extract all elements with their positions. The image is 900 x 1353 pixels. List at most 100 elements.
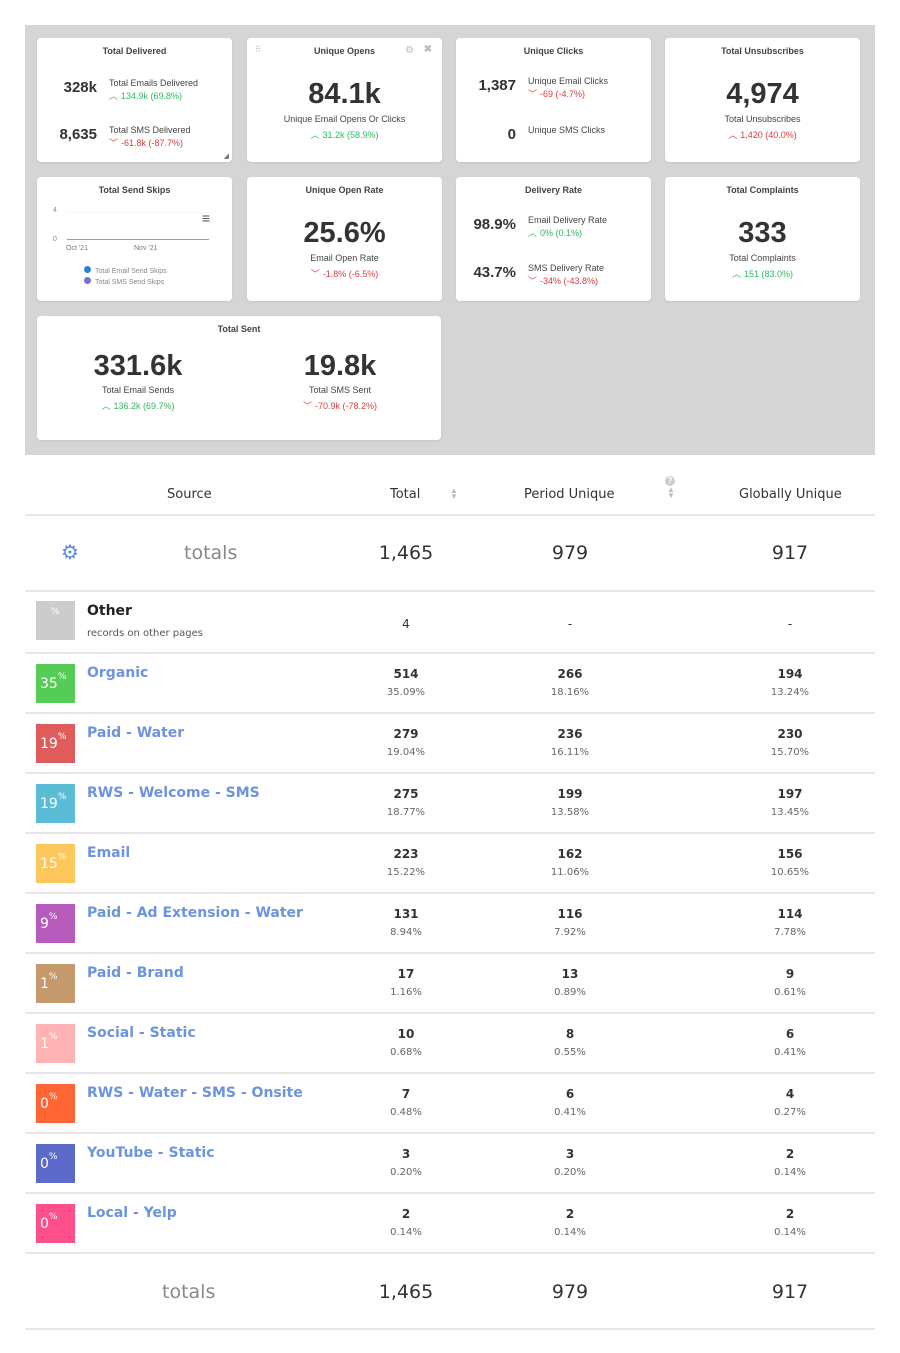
metric-value: 331.6k [93, 350, 183, 382]
cell-globally-unique: 156 [777, 847, 803, 861]
source-link[interactable]: Local - Yelp [87, 1205, 177, 1221]
cell-globally-unique: - [787, 617, 793, 631]
metric-label: Unique Email Clicks [528, 76, 609, 86]
series-line [67, 239, 209, 240]
gear-icon[interactable]: ⚙ [61, 540, 79, 565]
card-unique-clicks: Unique Clicks 1,387 Unique Email Clicks … [456, 38, 651, 162]
source-link[interactable]: Paid - Water [87, 725, 184, 741]
table-row: 35% Organic 514 35.09% 266 18.16% 194 13.24% [25, 654, 875, 714]
percent-badge: 19% [36, 724, 75, 763]
percent-badge: 15% [36, 844, 75, 883]
metric-change: -69 (-4.7%) [540, 89, 586, 99]
metric-change: 31.2k (58.9%) [322, 130, 379, 140]
cell-globally-unique-pct: 0.41% [774, 1047, 806, 1058]
cell-total: 2 [401, 1207, 411, 1221]
cell-globally-unique: 114 [777, 907, 803, 921]
metric-label: Total Complaints [729, 253, 796, 263]
column-header-source[interactable]: Source [167, 487, 212, 502]
source-link[interactable]: Paid - Ad Extension - Water [87, 905, 303, 921]
legend-item[interactable]: Total SMS Send Skips [84, 277, 167, 288]
metric-label: Total SMS Sent [308, 385, 372, 395]
cell-globally-unique: 6 [785, 1027, 795, 1041]
cell-total: 514 [393, 667, 419, 681]
metric-change: -70.9k (-78.2%) [314, 401, 378, 411]
sort-icon[interactable]: ▲ ▼ [667, 486, 675, 500]
legend-dot-icon [84, 277, 91, 284]
gear-icon[interactable]: ⚙ [405, 45, 414, 56]
source-link[interactable]: Organic [87, 665, 148, 681]
cell-globally-unique: 2 [785, 1147, 795, 1161]
cell-period-unique-pct: 18.16% [550, 687, 590, 698]
column-header-period-unique[interactable]: Period Unique [524, 487, 615, 502]
cell-period-unique: 8 [565, 1027, 575, 1041]
cell-globally-unique: 194 [777, 667, 803, 681]
cell-total-pct: 35.09% [386, 687, 426, 698]
percent-badge: 0% [36, 1144, 75, 1183]
metric-label: Total Email Sends [101, 385, 175, 395]
resize-handle-icon[interactable]: ◢ [224, 152, 229, 160]
arrow-down-icon: ﹀ [528, 276, 538, 286]
percent-badge: 9% [36, 904, 75, 943]
card-title: Delivery Rate [524, 185, 583, 195]
cell-total: 4 [402, 617, 410, 631]
percent-sign: % [48, 972, 58, 982]
percent-badge: 1% [36, 964, 75, 1003]
percent-sign: % [57, 732, 67, 742]
table-row-other: % Other records on other pages 4 - - [25, 592, 875, 654]
metric-value: 0 [507, 126, 516, 143]
chart-menu-icon[interactable]: ≡ [202, 211, 210, 225]
totals-period-unique: 979 [551, 1281, 589, 1303]
cell-total-pct: 0.20% [390, 1167, 422, 1178]
table-row: 9% Paid - Ad Extension - Water 131 8.94% 116… [25, 894, 875, 954]
cell-total-pct: 15.22% [386, 867, 426, 878]
metric-value: 98.9% [473, 216, 516, 233]
column-header-total[interactable]: Total [390, 487, 420, 502]
cell-globally-unique-pct: 7.78% [774, 927, 806, 938]
cell-period-unique: 3 [565, 1147, 575, 1161]
cell-total: 10 [397, 1027, 415, 1041]
cell-total-pct: 8.94% [390, 927, 422, 938]
card-unique-opens: ⠿ Unique Opens ⚙ ✖ 84.1k Unique Email Op… [247, 38, 442, 162]
percent-badge: % [36, 601, 75, 640]
table-row: 0% Local - Yelp 2 0.14% 2 0.14% 2 0.14% [25, 1194, 875, 1254]
metric-change: 1,420 (40.0%) [740, 130, 797, 140]
source-link[interactable]: Paid - Brand [87, 965, 184, 981]
totals-label: totals [184, 542, 238, 564]
card-total-sent: Total Sent 331.6k Total Email Sends ︿ 136… [37, 316, 441, 440]
card-title: Total Send Skips [98, 185, 171, 195]
source-link[interactable]: YouTube - Static [87, 1145, 215, 1161]
card-title: Unique Open Rate [305, 185, 384, 195]
metric-change: -1.8% (-6.5%) [322, 269, 379, 279]
percent-badge: 1% [36, 1024, 75, 1063]
card-title: Total Sent [217, 324, 261, 334]
metric-label: Total Unsubscribes [724, 114, 801, 124]
metric-value: 43.7% [473, 264, 516, 281]
cell-period-unique: 162 [557, 847, 583, 861]
arrow-up-icon: ︿ [728, 130, 738, 140]
card-title: Unique Clicks [523, 46, 584, 56]
totals-period-unique: 979 [551, 542, 589, 564]
cell-globally-unique-pct: 13.45% [770, 807, 810, 818]
cell-period-unique: 6 [565, 1087, 575, 1101]
cell-total: 17 [397, 967, 415, 981]
cell-period-unique-pct: 13.58% [550, 807, 590, 818]
source-link[interactable]: RWS - Water - SMS - Onsite [87, 1085, 303, 1101]
source-link[interactable]: RWS - Welcome - SMS [87, 785, 260, 801]
percent-sign: % [48, 1032, 58, 1042]
arrow-down-icon: ﹀ [528, 89, 538, 99]
cell-period-unique: - [567, 617, 573, 631]
cell-total: 223 [393, 847, 419, 861]
legend-item[interactable]: Total Email Send Skips [84, 266, 167, 277]
metric-label: Total Emails Delivered [109, 78, 199, 88]
source-link[interactable]: Social - Static [87, 1025, 196, 1041]
metric-label: Total SMS Delivered [109, 125, 191, 135]
source-link[interactable]: Email [87, 845, 130, 861]
percent-sign: % [57, 672, 67, 682]
close-icon[interactable]: ✖ [424, 44, 432, 55]
totals-row-top: ⚙ totals 1,465 979 917 [25, 516, 875, 592]
sort-icon[interactable]: ▲ ▼ [450, 487, 458, 501]
card-unique-open-rate: Unique Open Rate 25.6% Email Open Rate ﹀… [247, 177, 442, 301]
column-header-globally-unique[interactable]: Globally Unique [739, 487, 842, 502]
cell-globally-unique: 2 [785, 1207, 795, 1221]
metric-label: Email Delivery Rate [528, 215, 608, 225]
